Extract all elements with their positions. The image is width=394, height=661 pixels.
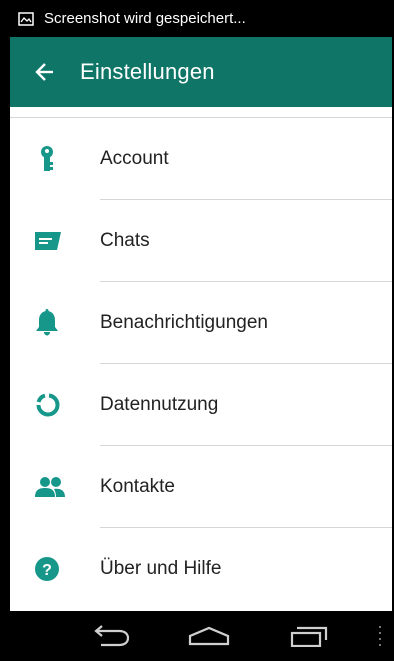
system-nav-bar bbox=[10, 611, 392, 661]
settings-screen: Screenshot wird gespeichert... Einstellu… bbox=[10, 0, 392, 661]
nav-home-button[interactable] bbox=[186, 623, 232, 649]
settings-item-chats[interactable]: Chats bbox=[10, 200, 392, 282]
data-usage-icon bbox=[34, 364, 84, 446]
settings-item-label: Benachrichtigungen bbox=[100, 312, 268, 333]
app-bar: Einstellungen bbox=[10, 37, 392, 107]
settings-item-notifications[interactable]: Benachrichtigungen bbox=[10, 282, 392, 364]
back-icon bbox=[94, 625, 130, 647]
contacts-icon bbox=[34, 446, 84, 528]
back-arrow-button[interactable] bbox=[22, 37, 68, 107]
settings-item-label: Account bbox=[100, 148, 169, 169]
settings-item-label: Datennutzung bbox=[100, 394, 219, 415]
page-title: Einstellungen bbox=[80, 59, 215, 84]
home-icon bbox=[188, 626, 230, 646]
key-icon bbox=[34, 118, 84, 200]
nav-back-button[interactable] bbox=[88, 623, 132, 649]
settings-list: Account Chats Benachrichtigungen Datennu… bbox=[10, 118, 392, 610]
nav-menu-button[interactable] bbox=[376, 623, 384, 649]
settings-item-label: Chats bbox=[100, 230, 150, 251]
chat-icon bbox=[34, 200, 84, 282]
status-notification-text: Screenshot wird gespeichert... bbox=[44, 10, 246, 27]
overflow-menu-icon bbox=[379, 626, 381, 646]
settings-item-help[interactable]: ? Über und Hilfe bbox=[10, 528, 392, 610]
help-icon: ? bbox=[34, 528, 84, 610]
settings-item-account[interactable]: Account bbox=[10, 118, 392, 200]
svg-text:?: ? bbox=[42, 562, 52, 579]
recent-apps-icon bbox=[290, 626, 328, 647]
screenshot-icon bbox=[18, 10, 36, 28]
bell-icon bbox=[34, 282, 84, 364]
arrow-left-icon bbox=[35, 63, 53, 81]
status-bar: Screenshot wird gespeichert... bbox=[10, 0, 392, 37]
settings-item-label: Kontakte bbox=[100, 476, 175, 497]
settings-item-data-usage[interactable]: Datennutzung bbox=[10, 364, 392, 446]
nav-recent-apps-button[interactable] bbox=[288, 623, 330, 649]
settings-item-label: Über und Hilfe bbox=[100, 558, 222, 579]
settings-item-contacts[interactable]: Kontakte bbox=[10, 446, 392, 528]
